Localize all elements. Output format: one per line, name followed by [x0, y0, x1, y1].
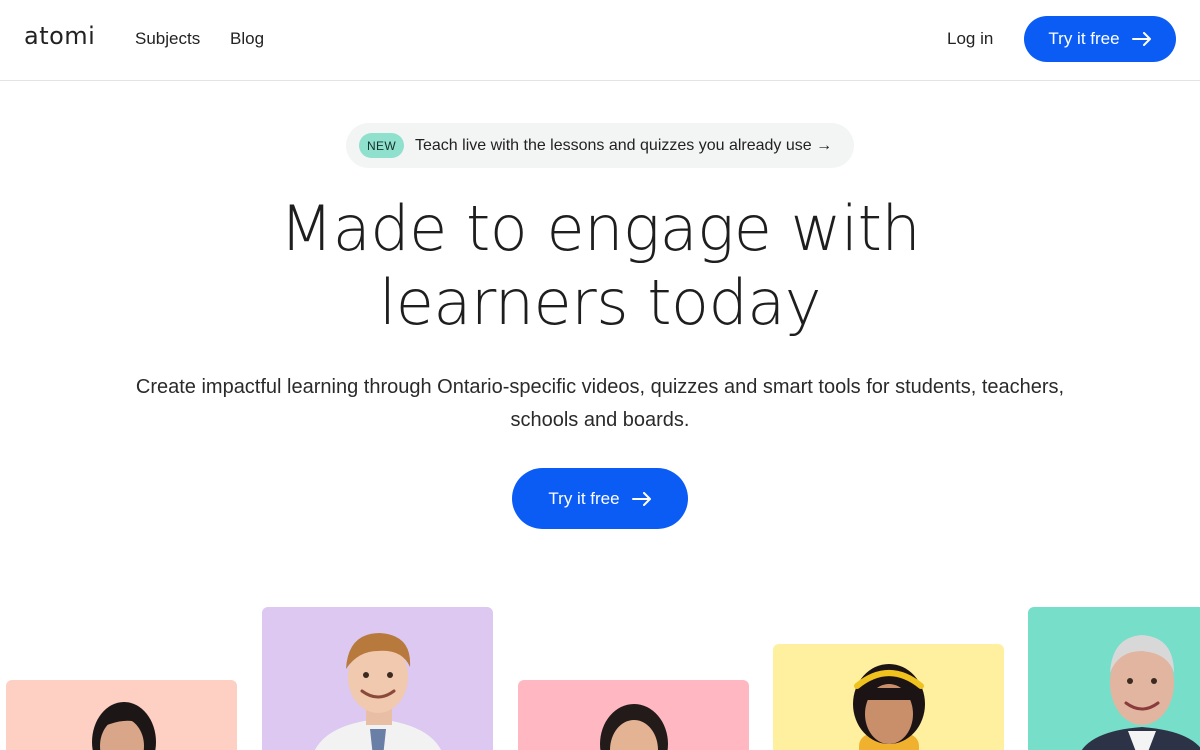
person-card-4 — [773, 644, 1004, 750]
arrow-right-icon — [631, 491, 651, 506]
announcement-text: Teach live with the lessons and quizzes … — [415, 136, 833, 154]
person-card-2 — [262, 607, 493, 750]
person-photo-older-man-icon — [1081, 635, 1200, 750]
arrow-right-icon — [1131, 32, 1151, 46]
person-photo-teen-boy-icon — [314, 633, 442, 750]
hero-subtitle-line-2: schools and boards. — [510, 409, 690, 431]
hero-subtitle: Create impactful learning through Ontari… — [110, 371, 1090, 437]
person-card-5 — [1028, 607, 1200, 750]
person-photo-girl-headband-icon — [853, 664, 925, 750]
nav-subjects[interactable]: Subjects — [135, 29, 200, 49]
login-link[interactable]: Log in — [947, 29, 993, 49]
hero-title-line-1: Made to engage with — [279, 192, 921, 265]
person-photo-woman-smiling-icon — [600, 704, 668, 750]
hero-subtitle-line-1: Create impactful learning through Ontari… — [135, 376, 1065, 398]
site-header: atomi Subjects Blog Log in Try it free — [0, 0, 1200, 81]
new-badge: NEW — [359, 133, 404, 158]
header-try-free-label: Try it free — [1048, 29, 1120, 48]
person-card-1 — [6, 680, 237, 750]
person-card-3 — [518, 680, 749, 750]
atomi-logo[interactable]: atomi — [24, 22, 95, 50]
hero-try-free-button[interactable]: Try it free — [512, 468, 688, 529]
person-photo-woman-dark-hair-icon — [92, 702, 156, 750]
hero-try-free-label: Try it free — [548, 488, 620, 508]
hero-title: Made to engage with learners today — [200, 192, 1000, 340]
hero-title-line-2: learners today — [379, 266, 822, 339]
announcement-banner[interactable]: NEW Teach live with the lessons and quiz… — [346, 123, 854, 168]
header-try-free-button[interactable]: Try it free — [1024, 16, 1176, 62]
nav-blog[interactable]: Blog — [230, 29, 264, 49]
